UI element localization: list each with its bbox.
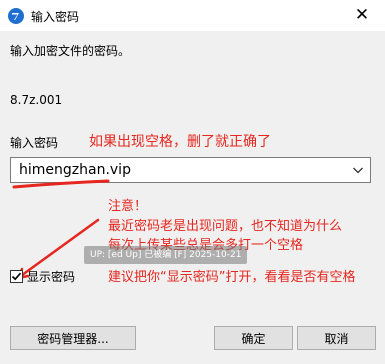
annotation-note-title: 注意！ [108,199,148,214]
checkmark-icon [11,272,22,281]
cancel-button[interactable]: 取消 [297,326,376,350]
show-password-label: 显示密码 [27,270,76,284]
annotation-note-line1: 最近密码老是出现问题，也不知道为什么 [108,219,343,234]
annotation-marks [12,179,110,280]
checkbox-box[interactable] [10,270,23,283]
annotation-note-line3: 建议把你“显示密码”打开，看看是否有空格 [108,270,356,285]
password-manager-button[interactable]: 密码管理器... [10,326,136,350]
ok-button[interactable]: 确定 [214,326,293,350]
annotation-underline [12,179,110,189]
show-password-checkbox[interactable]: 显示密码 [10,268,75,285]
watermark-text: UP: [ed Up] 已被编 [F] 2025-10-21 [84,246,248,264]
